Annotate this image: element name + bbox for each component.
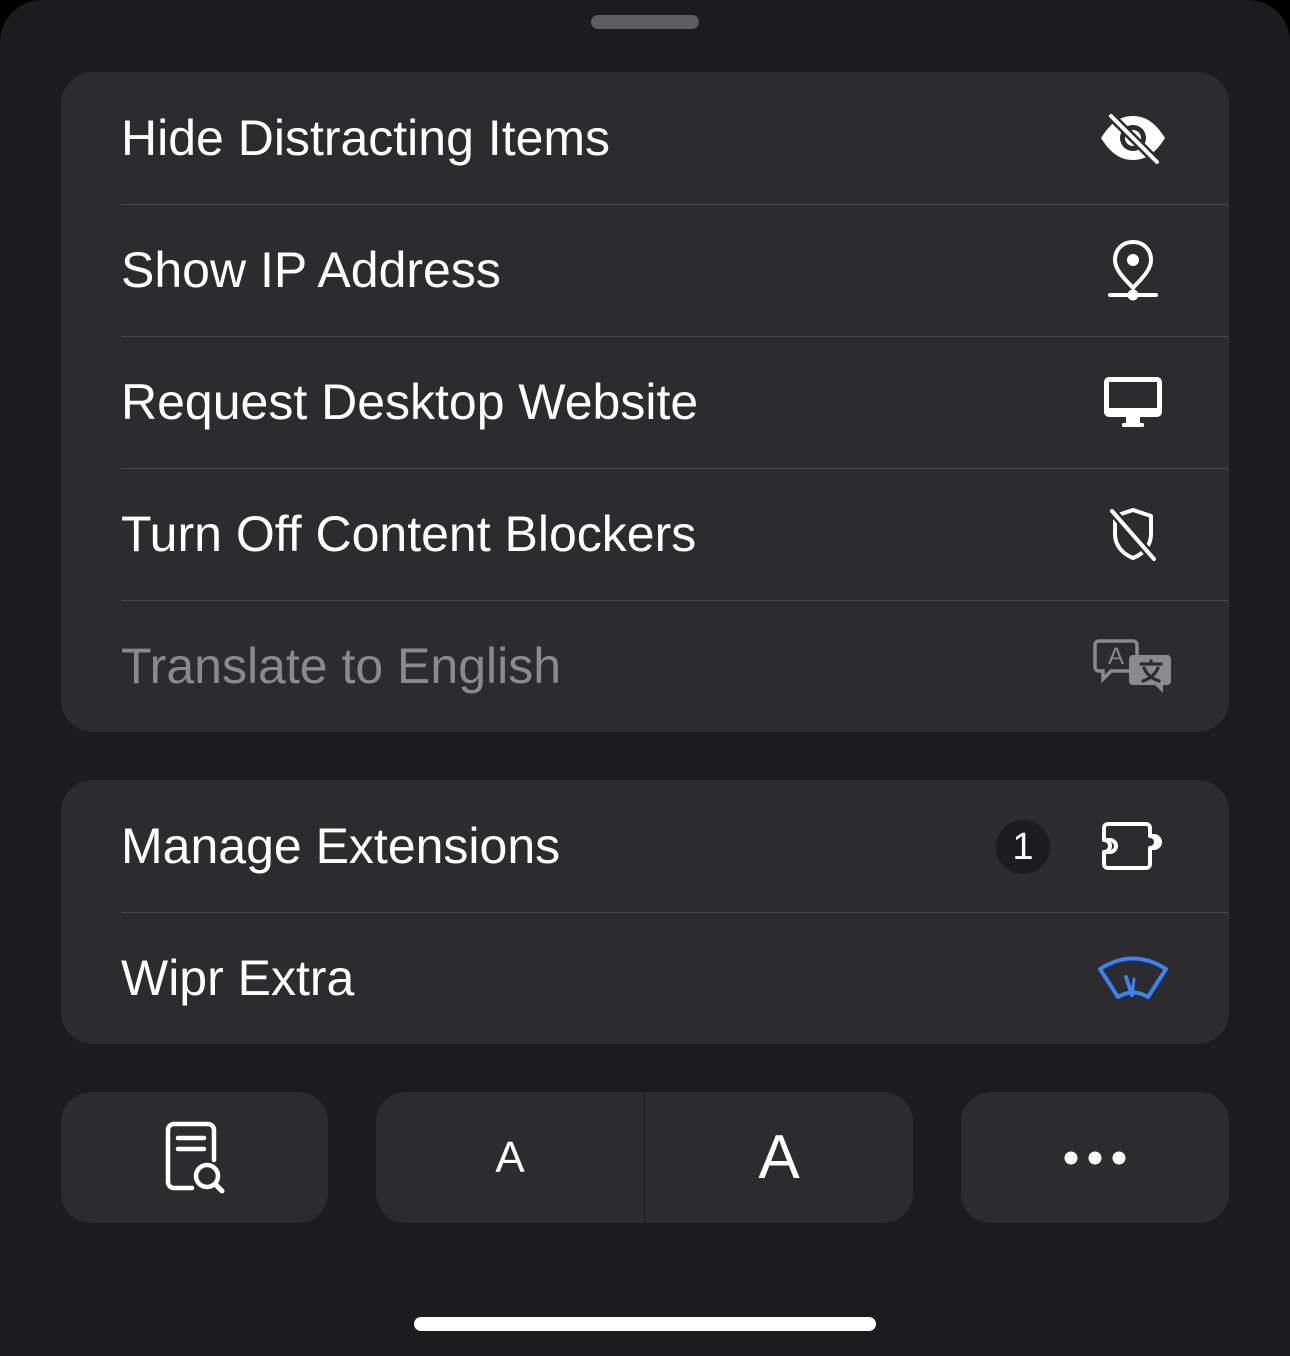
menu-group-page-options: Hide Distracting Items Show IP Address R… xyxy=(61,72,1229,732)
wiper-icon xyxy=(1093,948,1173,1008)
extensions-count-badge: 1 xyxy=(996,820,1050,874)
menu-item-hide-distracting-items[interactable]: Hide Distracting Items xyxy=(61,72,1229,204)
menu-item-label: Manage Extensions xyxy=(121,818,561,874)
location-pin-icon xyxy=(1093,239,1173,301)
menu-item-label: Turn Off Content Blockers xyxy=(121,506,697,562)
menu-group-extensions: Manage Extensions 1 Wipr Extra xyxy=(61,780,1229,1044)
menu-item-manage-extensions[interactable]: Manage Extensions 1 xyxy=(61,780,1229,912)
desktop-computer-icon xyxy=(1093,372,1173,432)
menu-item-label: Show IP Address xyxy=(121,242,501,298)
menu-item-label: Wipr Extra xyxy=(121,950,355,1006)
menu-item-show-ip-address[interactable]: Show IP Address xyxy=(61,204,1229,336)
translate-icon: A xyxy=(1093,636,1173,696)
menu-item-label: Translate to English xyxy=(121,638,562,694)
menu-item-label: Request Desktop Website xyxy=(121,374,699,430)
svg-text:A: A xyxy=(1108,643,1124,670)
shield-slash-icon xyxy=(1093,504,1173,564)
menu-item-wipr-extra[interactable]: Wipr Extra xyxy=(61,912,1229,1044)
page-search-icon xyxy=(61,1092,328,1223)
text-size-control: A A xyxy=(376,1092,913,1223)
decrease-text-size-button[interactable]: A xyxy=(376,1092,644,1223)
home-indicator[interactable] xyxy=(414,1317,876,1331)
menu-item-request-desktop-website[interactable]: Request Desktop Website xyxy=(61,336,1229,468)
reader-find-button[interactable] xyxy=(61,1092,328,1223)
menu-sheet: Hide Distracting Items Show IP Address R… xyxy=(0,0,1290,1356)
ellipsis-icon xyxy=(961,1092,1229,1223)
increase-text-size-button[interactable]: A xyxy=(645,1092,913,1223)
menu-item-turn-off-content-blockers[interactable]: Turn Off Content Blockers xyxy=(61,468,1229,600)
menu-item-translate-to-english: Translate to English A xyxy=(61,600,1229,732)
eye-slash-icon xyxy=(1093,108,1173,168)
more-options-button[interactable] xyxy=(961,1092,1229,1223)
sheet-grabber[interactable] xyxy=(591,15,699,29)
menu-item-label: Hide Distracting Items xyxy=(121,110,611,166)
puzzle-piece-icon xyxy=(1093,816,1173,876)
